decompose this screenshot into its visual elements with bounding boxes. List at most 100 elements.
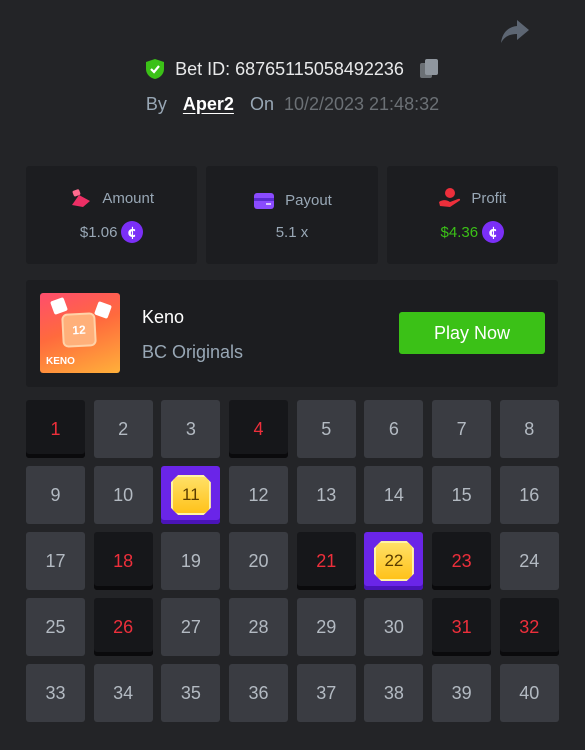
keno-cell: 5 xyxy=(296,400,356,458)
keno-cell: 25 xyxy=(26,598,85,656)
keno-cell: 15 xyxy=(432,466,492,524)
cell-number: 2 xyxy=(118,418,129,439)
cell-number: 8 xyxy=(524,418,535,439)
keno-cell: 28 xyxy=(229,598,289,656)
keno-cell: 36 xyxy=(229,664,289,722)
cell-number: 15 xyxy=(451,484,472,505)
thumb-number: 12 xyxy=(61,312,97,348)
keno-cell: 27 xyxy=(161,598,221,656)
keno-cell: 1 xyxy=(26,400,85,458)
cell-number: 3 xyxy=(185,418,196,439)
hit-gem-number: 11 xyxy=(170,475,211,515)
payout-label: Payout xyxy=(285,192,332,209)
payout-value: 5.1 x xyxy=(275,223,309,241)
thumb-label: KENO xyxy=(46,356,75,367)
cell-number: 7 xyxy=(456,418,467,439)
profit-icon xyxy=(439,188,461,207)
keno-cell: 34 xyxy=(93,664,153,722)
keno-cell: 4 xyxy=(229,400,289,458)
keno-cell: 9 xyxy=(26,466,85,524)
bet-meta-row: By Aper2 On 10/2/2023 21:48:32 xyxy=(0,94,585,115)
keno-cell: 18 xyxy=(93,532,153,590)
keno-cell: 32 xyxy=(499,598,559,656)
by-label: By xyxy=(145,94,167,114)
keno-cell: 26 xyxy=(93,598,153,656)
cell-number: 37 xyxy=(316,682,337,703)
bet-id-row: Bet ID: 68765115058492236 xyxy=(0,58,585,80)
cell-number: 35 xyxy=(180,682,201,703)
cell-number: 9 xyxy=(50,484,61,505)
cell-number: 17 xyxy=(45,550,66,571)
cell-number: 14 xyxy=(383,484,404,505)
copy-icon[interactable] xyxy=(418,58,440,80)
keno-cell: 24 xyxy=(499,532,559,590)
profit-value: $4.36 xyxy=(440,223,479,241)
cell-number: 36 xyxy=(248,682,269,703)
keno-cell: 38 xyxy=(364,664,424,722)
keno-cell: 11 xyxy=(161,466,221,524)
cell-number: 20 xyxy=(248,550,269,571)
cell-number: 31 xyxy=(451,616,472,637)
keno-cell: 33 xyxy=(26,664,85,722)
keno-thumbnail[interactable]: 12 KENO xyxy=(40,293,120,373)
bet-id: Bet ID: 68765115058492236 xyxy=(175,58,404,79)
keno-cell: 31 xyxy=(432,598,492,656)
cell-number: 19 xyxy=(180,550,201,571)
keno-cell: 39 xyxy=(432,664,492,722)
chip-decoration xyxy=(50,297,68,315)
keno-cell: 17 xyxy=(26,532,85,590)
cell-number: 29 xyxy=(316,616,337,637)
bcd-coin-icon: ¢ xyxy=(482,221,505,243)
cell-number: 40 xyxy=(519,682,540,703)
cell-number: 32 xyxy=(519,616,540,637)
on-label: On xyxy=(249,94,274,114)
cell-number: 13 xyxy=(316,484,337,505)
cell-number: 26 xyxy=(113,616,134,637)
cell-number: 4 xyxy=(253,418,264,439)
share-icon[interactable] xyxy=(499,18,531,46)
keno-cell: 14 xyxy=(364,466,424,524)
amount-label: Amount xyxy=(102,189,155,207)
svg-text:¢: ¢ xyxy=(488,225,498,241)
play-now-button[interactable]: Play Now xyxy=(399,312,545,354)
chip-decoration xyxy=(94,301,112,319)
cell-number: 18 xyxy=(113,550,134,571)
cell-number: 24 xyxy=(519,550,540,571)
cell-number: 34 xyxy=(113,682,134,703)
bcd-coin-icon: ¢ xyxy=(121,221,144,243)
cell-number: 6 xyxy=(388,418,399,439)
payout-card: Payout 5.1 x xyxy=(206,166,378,264)
stats-row: Amount $1.06 ¢ Payout 5.1 x Profit $4.36… xyxy=(26,166,558,264)
username-link[interactable]: Aper2 xyxy=(183,94,234,115)
keno-cell: 16 xyxy=(499,466,559,524)
keno-cell: 40 xyxy=(499,664,559,722)
keno-cell: 3 xyxy=(161,400,221,458)
cell-number: 5 xyxy=(321,418,332,439)
cell-number: 16 xyxy=(519,484,540,505)
bet-amount-icon xyxy=(72,189,91,207)
cell-number: 23 xyxy=(451,550,472,571)
keno-cell: 10 xyxy=(93,466,153,524)
cell-number: 27 xyxy=(180,616,201,637)
svg-text:¢: ¢ xyxy=(128,225,138,241)
keno-cell: 13 xyxy=(296,466,356,524)
game-provider: BC Originals xyxy=(142,342,244,362)
keno-cell: 29 xyxy=(296,598,356,656)
cell-number: 39 xyxy=(451,682,472,703)
keno-cell: 7 xyxy=(432,400,492,458)
shield-check-icon xyxy=(146,59,165,79)
keno-cell: 20 xyxy=(229,532,289,590)
cell-number: 28 xyxy=(248,616,269,637)
cell-number: 33 xyxy=(45,682,66,703)
cell-number: 12 xyxy=(248,484,269,505)
profit-card: Profit $4.36 ¢ xyxy=(386,166,558,264)
keno-cell: 30 xyxy=(364,598,424,656)
card-icon xyxy=(254,192,275,209)
amount-card: Amount $1.06 ¢ xyxy=(26,166,198,264)
game-card: 12 KENO Keno BC Originals Play Now xyxy=(26,280,558,387)
keno-cell: 35 xyxy=(161,664,221,722)
game-name: Keno xyxy=(142,307,185,327)
cell-number: 25 xyxy=(45,616,66,637)
keno-cell: 21 xyxy=(296,532,356,590)
keno-number-grid: 1 2 3 4 5 6 7 8 9 10 11 12 13 14 15 16 17 18 19 20 21 22 23 24 2… xyxy=(26,400,559,722)
